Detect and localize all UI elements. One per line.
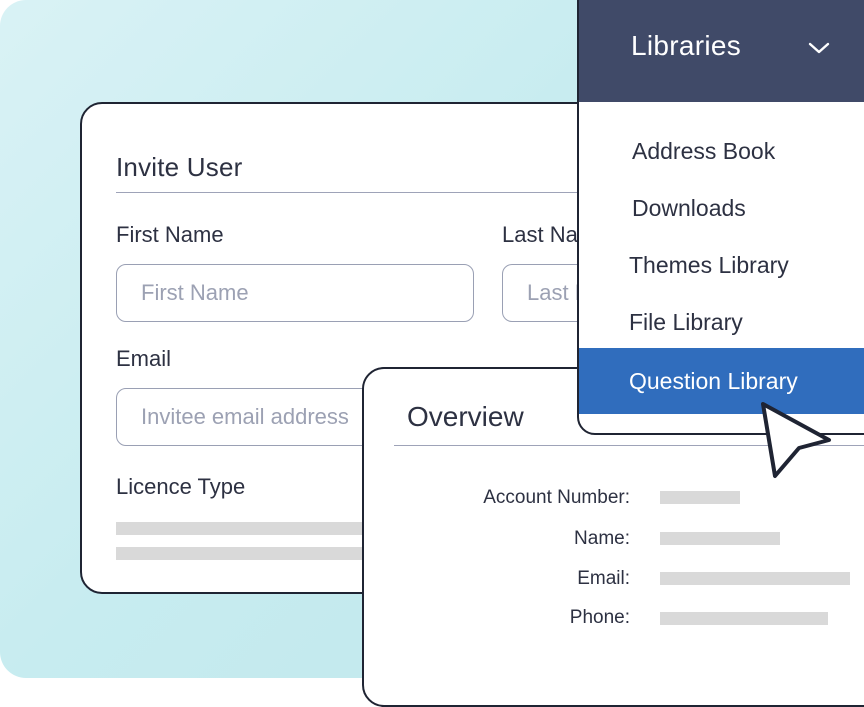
overview-title: Overview bbox=[407, 401, 524, 432]
account-number-label: Account Number: bbox=[483, 487, 630, 508]
title-divider bbox=[116, 192, 616, 193]
first-name-field-wrapper bbox=[116, 264, 474, 322]
menu-item-themes-library[interactable]: Themes Library bbox=[579, 238, 864, 294]
first-name-input[interactable] bbox=[117, 265, 473, 321]
libraries-dropdown-toggle[interactable]: Libraries bbox=[579, 0, 864, 102]
mouse-pointer-icon bbox=[761, 402, 831, 478]
menu-item-file-library[interactable]: File Library bbox=[579, 295, 864, 351]
account-number-value-bar bbox=[660, 491, 740, 504]
menu-item-downloads[interactable]: Downloads bbox=[579, 181, 864, 237]
libraries-title: Libraries bbox=[631, 30, 742, 61]
email-label: Email bbox=[116, 346, 172, 371]
chevron-down-icon bbox=[808, 42, 830, 54]
licence-type-label: Licence Type bbox=[116, 474, 246, 499]
name-value-bar bbox=[660, 532, 780, 545]
name-label: Name: bbox=[574, 528, 630, 549]
phone-label: Phone: bbox=[569, 607, 630, 628]
first-name-label: First Name bbox=[116, 222, 224, 247]
invite-user-title: Invite User bbox=[116, 152, 243, 182]
email-label: Email: bbox=[577, 568, 630, 589]
phone-value-bar bbox=[660, 612, 828, 625]
menu-item-address-book[interactable]: Address Book bbox=[579, 124, 864, 180]
email-value-bar bbox=[660, 572, 850, 585]
libraries-dropdown: Libraries Address Book Downloads Themes … bbox=[577, 0, 864, 435]
